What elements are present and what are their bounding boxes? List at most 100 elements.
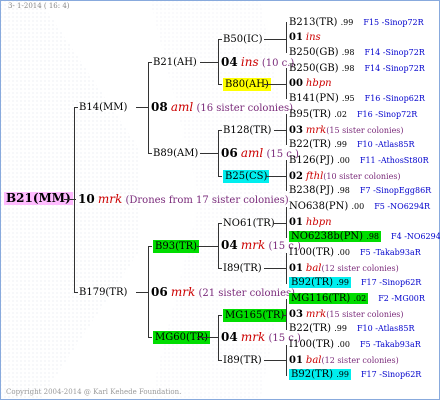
sire-b14[interactable]: B14(MM) bbox=[79, 101, 127, 114]
gen4-queen-number: .98 bbox=[341, 64, 355, 73]
root-gen-info: 10 mrk (Drones from 17 sister colonies) bbox=[78, 192, 289, 207]
gen4-queen-ref: F5 -Takab93aR bbox=[359, 248, 421, 257]
gen4-queen-ref: F16 -Sinop72R bbox=[357, 110, 418, 119]
gen4-queen-ref: F2 -MG00R bbox=[378, 294, 425, 303]
gen4-queen-row[interactable]: B141(PN) .95 F16 -Sinop62R bbox=[289, 92, 425, 105]
gen4-queen-name: B95(TR) bbox=[289, 109, 332, 120]
gen4-queen-row[interactable]: MG116(TR) .02 F2 -MG00R bbox=[289, 292, 425, 305]
gen4-queen-ref: F11 -AthosSt80R bbox=[359, 156, 429, 165]
gen4-code: bal bbox=[305, 355, 322, 366]
gen4-code: hbpn bbox=[305, 78, 332, 89]
copyright-note: Copyright 2004-2014 @ Karl Kehede Founda… bbox=[6, 388, 182, 396]
i89tr-a[interactable]: I89(TR) bbox=[223, 262, 262, 275]
gen4-queen-ref: F7 -SinopEgg86R bbox=[359, 186, 432, 195]
gen4-gen-number: 01 bbox=[289, 355, 303, 366]
gen4-gen-info[interactable]: 01 bal(12 sister colonies) bbox=[289, 354, 399, 367]
gen4-queen-row[interactable]: B95(TR) .02 F16 -Sinop72R bbox=[289, 108, 417, 121]
b25cs[interactable]: B25(CS) bbox=[223, 170, 270, 183]
b21ah[interactable]: B21(AH) bbox=[153, 56, 197, 69]
gen4-queen-name: I100(TR) bbox=[289, 339, 335, 350]
gen4-queen-row[interactable]: NO638(PN) .00 F5 -NO6294R bbox=[289, 200, 430, 213]
gen4-note: (15 sister colonies) bbox=[326, 310, 404, 319]
gen4-queen-number: .02 bbox=[334, 110, 347, 119]
gen4-queen-ref: F17 -Sinop62R bbox=[361, 370, 422, 379]
root-queen[interactable]: B21(MM) bbox=[4, 192, 73, 205]
gen4-gen-info[interactable]: 01 bal(12 sister colonies) bbox=[289, 262, 399, 275]
gen4-code: fthl bbox=[305, 171, 324, 182]
gen4-queen-name: B141(PN) bbox=[289, 93, 339, 104]
gen4-gen-info[interactable]: 03 mrk(15 sister colonies) bbox=[289, 124, 404, 137]
gen4-queen-ref: F14 -Sinop72R bbox=[364, 48, 425, 57]
gen4-queen-number: .95 bbox=[341, 94, 355, 103]
gen4-gen-number: 01 bbox=[289, 217, 303, 228]
gen4-queen-number: .00 bbox=[337, 340, 350, 349]
gen4-queen-ref: F5 -NO6294R bbox=[374, 202, 431, 211]
gen4-queen-ref: F16 -Sinop62R bbox=[364, 94, 425, 103]
b89am-gen-info: 06 aml (15 c.) bbox=[221, 146, 299, 161]
dam-b179[interactable]: B179(TR) bbox=[79, 286, 127, 299]
gen4-queen-name: NO6238b(PN) bbox=[291, 231, 364, 242]
gen4-gen-info[interactable]: 02 fthl(10 sister colonies) bbox=[289, 170, 401, 183]
gen4-code: mrk bbox=[305, 309, 327, 320]
gen4-queen-row[interactable]: B92(TR) .99 F17 -Sinop62R bbox=[289, 276, 421, 289]
gen4-queen-number: .00 bbox=[337, 248, 350, 257]
gen4-queen-number: .00 bbox=[337, 156, 350, 165]
b50ic[interactable]: B50(IC) bbox=[223, 33, 262, 46]
gen4-queen-name: B92(TR) bbox=[291, 369, 334, 380]
b93tr[interactable]: B93(TR) bbox=[153, 240, 200, 253]
gen4-queen-name: NO638(PN) bbox=[289, 201, 349, 212]
gen4-note: (12 sister colonies) bbox=[321, 264, 399, 273]
gen4-queen-name: B92(TR) bbox=[291, 277, 334, 288]
gen4-queen-number: .02 bbox=[353, 294, 367, 303]
gen4-queen-row[interactable]: B22(TR) .99 F10 -Atlas85R bbox=[289, 138, 414, 151]
gen4-gen-info[interactable]: 01 ins bbox=[289, 31, 321, 44]
gen4-queen-ref: F5 -Takab93aR bbox=[359, 340, 421, 349]
gen4-gen-number: 01 bbox=[289, 263, 303, 274]
gen4-queen-ref: F15 -Sinop72R bbox=[363, 18, 424, 27]
gen4-queen-row[interactable]: B250(GB) .98 F14 -Sinop72R bbox=[289, 46, 425, 59]
b128tr[interactable]: B128(TR) bbox=[223, 124, 271, 137]
gen4-queen-row[interactable]: B126(PJ) .00 F11 -AthosSt80R bbox=[289, 154, 429, 167]
gen4-gen-info[interactable]: 03 mrk(15 sister colonies) bbox=[289, 308, 404, 321]
gen4-queen-name: B213(TR) bbox=[289, 17, 338, 28]
gen4-queen-row[interactable]: B238(PJ) .98 F7 -SinopEgg86R bbox=[289, 184, 431, 197]
mg165tr[interactable]: MG165(TR) bbox=[223, 309, 287, 322]
gen4-queen-row[interactable]: I100(TR) .00 F5 -Takab93aR bbox=[289, 246, 421, 259]
gen4-queen-row[interactable]: B213(TR) .99 F15 -Sinop72R bbox=[289, 16, 424, 29]
gen4-gen-info[interactable]: 00 hbpn bbox=[289, 77, 332, 90]
gen4-queen-number: .98 bbox=[337, 186, 350, 195]
gen4-queen-name: B22(TR) bbox=[289, 323, 332, 334]
gen4-queen-name: B250(GB) bbox=[289, 47, 339, 58]
no61tr[interactable]: NO61(TR) bbox=[223, 217, 275, 230]
b21ah-gen-info: 04 ins (10 c.) bbox=[221, 55, 295, 70]
gen4-queen-ref: F4 -NO6294R bbox=[391, 232, 440, 241]
gen4-gen-number: 00 bbox=[289, 78, 303, 89]
gen4-queen-name: B238(PJ) bbox=[289, 185, 334, 196]
gen4-queen-ref: F17 -Sinop62R bbox=[361, 278, 422, 287]
date-stamp: 3- 1-2014 ( 16: 4) bbox=[8, 2, 70, 10]
gen4-queen-ref: F14 -Sinop72R bbox=[364, 64, 425, 73]
gen4-queen-number: .99 bbox=[336, 278, 349, 287]
gen4-queen-number: .99 bbox=[336, 370, 349, 379]
gen4-queen-name: B250(GB) bbox=[289, 63, 339, 74]
gen4-queen-row[interactable]: B250(GB) .98 F14 -Sinop72R bbox=[289, 62, 425, 75]
i89tr-b[interactable]: I89(TR) bbox=[223, 354, 262, 367]
gen4-gen-number: 03 bbox=[289, 309, 303, 320]
gen4-queen-row[interactable]: B92(TR) .99 F17 -Sinop62R bbox=[289, 368, 421, 381]
gen4-queen-row[interactable]: B22(TR) .99 F10 -Atlas85R bbox=[289, 322, 414, 335]
gen4-code: hbpn bbox=[305, 217, 332, 228]
gen4-queen-number: .99 bbox=[334, 324, 347, 333]
gen4-note: (12 sister colonies) bbox=[321, 356, 399, 365]
gen4-queen-name: I100(TR) bbox=[289, 247, 335, 258]
b89am[interactable]: B89(AM) bbox=[153, 147, 198, 160]
gen4-queen-number: .00 bbox=[351, 202, 365, 211]
gen4-queen-row[interactable]: NO6238b(PN) .98 F4 -NO6294R bbox=[289, 230, 440, 243]
gen4-queen-name: B126(PJ) bbox=[289, 155, 334, 166]
gen4-note: (15 sister colonies) bbox=[326, 126, 404, 135]
gen4-queen-row[interactable]: I100(TR) .00 F5 -Takab93aR bbox=[289, 338, 421, 351]
sire-b14-gen-info: 08 aml (16 sister colonies) bbox=[151, 100, 294, 115]
gen4-gen-info[interactable]: 01 hbpn bbox=[289, 216, 332, 229]
gen4-code: ins bbox=[305, 32, 321, 43]
gen4-queen-number: .98 bbox=[341, 48, 355, 57]
gen4-code: mrk bbox=[305, 125, 327, 136]
